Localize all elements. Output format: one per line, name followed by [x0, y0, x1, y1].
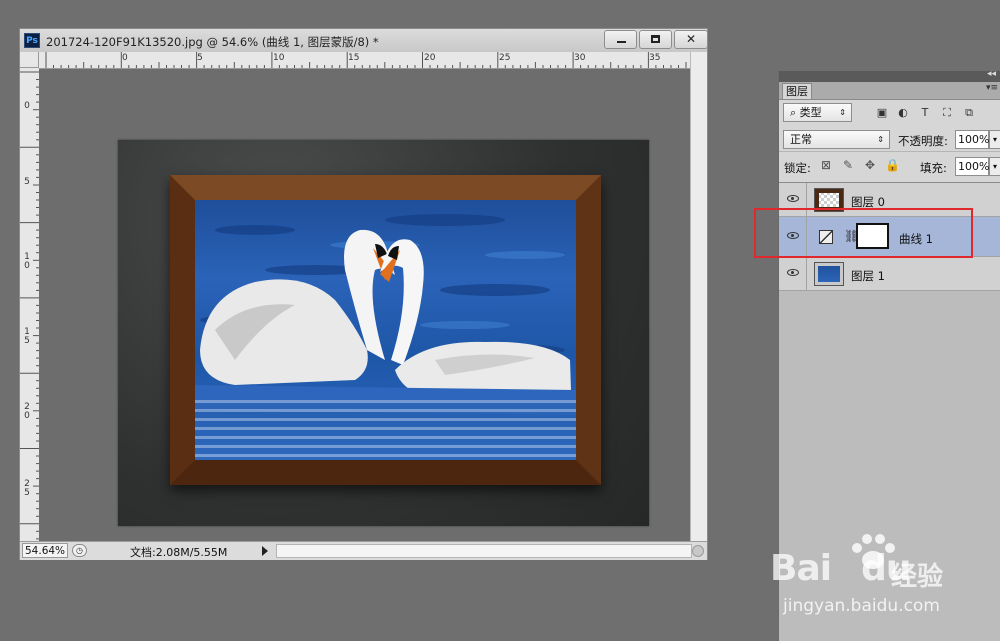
- layer-name: 图层 1: [851, 269, 885, 283]
- watermark-url: jingyan.baidu.com: [783, 596, 940, 616]
- type-filter-icon[interactable]: T: [918, 106, 932, 119]
- filter-kind-label: 类型: [799, 106, 822, 119]
- status-bar: 54.64% ◷ 文档:2.08M/5.55M: [20, 541, 707, 560]
- zoom-input[interactable]: 54.64%: [22, 543, 68, 558]
- layer-row[interactable]: 图层 1: [779, 257, 1000, 291]
- lock-label: 锁定:: [784, 161, 811, 175]
- ruler-label: 10: [273, 53, 285, 63]
- image-filter-icon[interactable]: ▣: [875, 106, 889, 119]
- watermark-brand: Bai du: [770, 548, 911, 589]
- minimize-button[interactable]: [604, 30, 637, 49]
- ruler-label: 30: [574, 53, 586, 63]
- document-window: Ps 201724-120F91K13520.jpg @ 54.6% (曲线 1…: [19, 28, 708, 560]
- panel-menu-icon[interactable]: ▾≡: [986, 83, 998, 93]
- horizontal-scrollbar[interactable]: [276, 544, 692, 558]
- document-size: 文档:2.08M/5.55M: [130, 546, 228, 559]
- vertical-scrollbar[interactable]: [690, 52, 707, 541]
- collapse-icon[interactable]: ◂◂: [987, 69, 996, 79]
- photoshop-icon: Ps: [24, 33, 40, 48]
- watermark-cn: 经验: [891, 562, 944, 592]
- blend-mode-value: 正常: [790, 133, 812, 146]
- document-title: 201724-120F91K13520.jpg @ 54.6% (曲线 1, 图…: [46, 35, 379, 49]
- layer-thumbnail: [814, 262, 844, 286]
- document-titlebar[interactable]: Ps 201724-120F91K13520.jpg @ 54.6% (曲线 1…: [20, 29, 708, 53]
- ruler-label: 5: [197, 53, 203, 63]
- visibility-toggle[interactable]: [779, 257, 807, 290]
- opacity-label: 不透明度:: [898, 134, 948, 148]
- smart-object-filter-icon[interactable]: ⧉: [962, 106, 976, 120]
- picture-frame: [170, 175, 601, 485]
- ruler-label: 35: [649, 53, 661, 63]
- ruler-label: 15: [348, 53, 360, 63]
- fill-input[interactable]: 100%: [955, 157, 989, 176]
- adjustment-filter-icon[interactable]: ◐: [896, 106, 910, 119]
- eye-icon: [787, 195, 799, 202]
- ruler-label: 0: [122, 53, 128, 63]
- blend-mode-select[interactable]: 正常 ⇕: [783, 130, 890, 149]
- eye-icon: [787, 269, 799, 276]
- ruler-label: 20: [24, 402, 30, 421]
- ruler-ticks-horizontal: [45, 52, 687, 68]
- minimize-icon: [605, 31, 636, 48]
- annotation-highlight: [754, 208, 973, 258]
- vertical-ruler[interactable]: 0 5 10 15 20 25: [20, 68, 40, 541]
- filter-kind-select[interactable]: ⌕ 类型 ⇕: [783, 103, 852, 122]
- lock-position-icon[interactable]: ✥: [863, 158, 877, 172]
- swan-photo[interactable]: [118, 140, 649, 526]
- ruler-label: 5: [24, 177, 30, 187]
- lock-paint-icon[interactable]: ✎: [841, 158, 855, 172]
- close-icon: ✕: [685, 32, 697, 46]
- divider: [779, 151, 1000, 152]
- ruler-label: 25: [24, 479, 30, 498]
- fill-dropdown-button[interactable]: ▾: [989, 157, 1000, 176]
- lake-scene: [195, 200, 576, 460]
- panel-collapse-bar[interactable]: ◂◂: [779, 69, 1000, 82]
- lock-transparent-icon[interactable]: ⊠: [819, 158, 833, 172]
- window-resize-handle[interactable]: [692, 545, 704, 557]
- ruler-label: 20: [424, 53, 436, 63]
- ruler-ticks-vertical: [20, 71, 39, 540]
- search-icon: ⌕: [790, 106, 800, 119]
- status-info-icon[interactable]: ◷: [72, 544, 87, 557]
- opacity-dropdown-button[interactable]: ▾: [989, 130, 1000, 149]
- maximize-button[interactable]: [639, 30, 672, 49]
- canvas-area[interactable]: [39, 69, 690, 541]
- updown-icon: ⇕: [839, 108, 846, 117]
- layer-filter-row: ⌕ 类型 ⇕ ▣ ◐ T ⛶ ⧉: [783, 103, 1000, 125]
- ruler-label: 15: [24, 327, 30, 346]
- shape-filter-icon[interactable]: ⛶: [940, 106, 954, 120]
- water-reflection: [195, 400, 576, 460]
- ruler-label: 0: [24, 101, 30, 111]
- horizontal-ruler[interactable]: 0 5 10 15 20 25 30 35: [39, 52, 690, 69]
- status-menu-arrow-icon[interactable]: [260, 545, 270, 557]
- opacity-input[interactable]: 100%: [955, 130, 989, 149]
- maximize-icon: [640, 31, 671, 48]
- ruler-origin[interactable]: [20, 52, 39, 68]
- ruler-label: 10: [24, 252, 30, 271]
- close-button[interactable]: ✕: [674, 30, 708, 49]
- fill-label: 填充:: [920, 161, 947, 175]
- updown-icon: ⇕: [877, 135, 884, 144]
- tab-layers[interactable]: 图层: [782, 83, 812, 99]
- ruler-label: 25: [499, 53, 511, 63]
- baidu-watermark: Bai du 经验 jingyan.baidu.com: [765, 530, 995, 620]
- lock-all-icon[interactable]: 🔒: [885, 158, 900, 172]
